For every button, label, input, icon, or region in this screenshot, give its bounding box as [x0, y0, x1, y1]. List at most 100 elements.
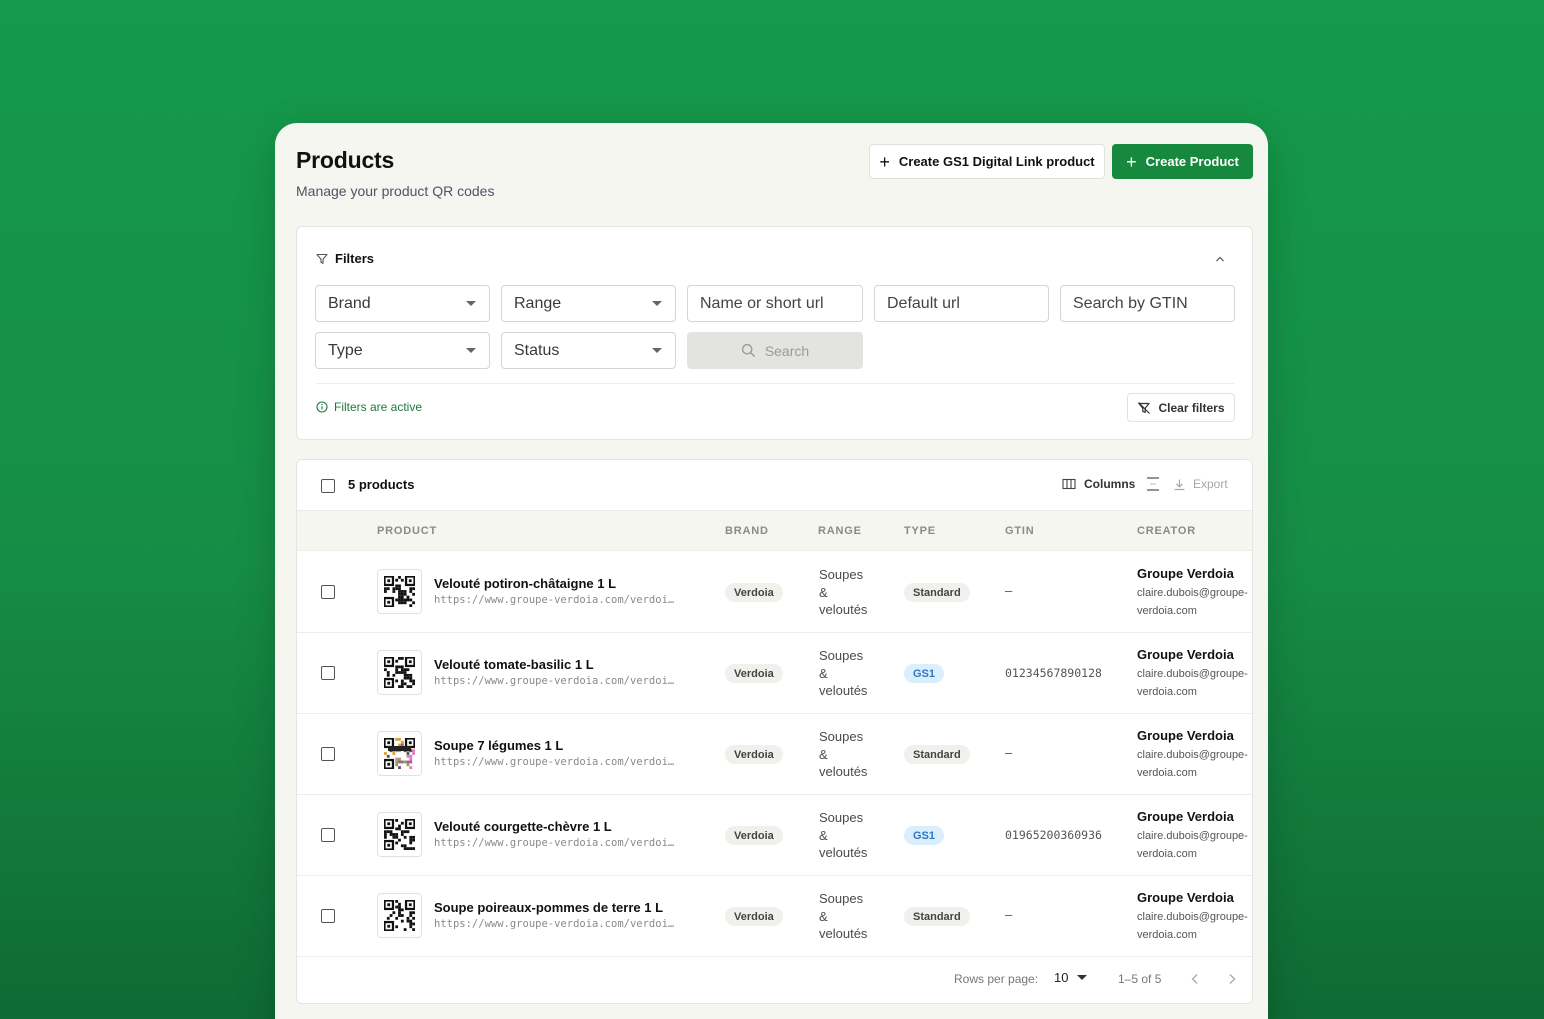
qr-icon [384, 657, 415, 688]
type-chip: Standard [904, 907, 970, 926]
export-button[interactable]: Export [1173, 477, 1228, 491]
range-select-value: Range [514, 294, 562, 312]
creator-email: claire.dubois@groupe-verdoia.com [1137, 668, 1248, 698]
row-checkbox[interactable] [321, 747, 335, 761]
type-chip: Standard [904, 745, 970, 764]
range-line: Soupes [819, 567, 864, 582]
product-name[interactable]: Velouté tomate-basilic 1 L [434, 657, 594, 672]
type-chip: Standard [904, 583, 970, 602]
filters-divider [316, 383, 1234, 384]
column-header-type[interactable]: TYPE [904, 525, 936, 537]
creator-email: claire.dubois@groupe-verdoia.com [1137, 911, 1248, 941]
gtin-value: – [1005, 907, 1013, 922]
type-chip: GS1 [904, 826, 945, 845]
column-header-brand[interactable]: BRAND [725, 525, 769, 537]
row-checkbox[interactable] [321, 585, 335, 599]
product-name[interactable]: Soupe 7 légumes 1 L [434, 738, 563, 753]
caret-down-icon [466, 301, 476, 306]
type-chip: GS1 [904, 664, 945, 683]
row-checkbox[interactable] [321, 828, 335, 842]
pagination-range: 1–5 of 5 [1118, 972, 1162, 986]
creator-name: Groupe Verdoia [1137, 809, 1234, 824]
range-line: veloutés [819, 845, 868, 860]
brand-select-value: Brand [328, 294, 371, 312]
default-url-field[interactable] [874, 285, 1049, 322]
clear-filters-button[interactable]: Clear filters [1127, 393, 1235, 422]
qr-icon [384, 900, 415, 931]
status-select-value: Status [514, 341, 560, 359]
qr-icon [384, 576, 415, 607]
range-cell: Soupes & veloutés [819, 890, 867, 943]
create-gs1-product-button[interactable]: + Create GS1 Digital Link product [869, 144, 1105, 179]
range-select[interactable]: Range [501, 285, 676, 322]
custom-qr-image-icon [384, 738, 415, 769]
range-cell: Soupes & veloutés [819, 647, 867, 700]
range-line: & [819, 908, 828, 924]
download-icon [1174, 479, 1185, 490]
search-button[interactable]: Search [687, 332, 863, 369]
table-row[interactable]: Soupe poireaux-pommes de terre 1 L https… [297, 876, 1252, 957]
type-select[interactable]: Type [315, 332, 490, 369]
column-header-creator[interactable]: CREATOR [1137, 525, 1196, 537]
brand-chip: Verdoia [725, 745, 783, 764]
brand-chip: Verdoia [725, 664, 783, 683]
products-count: 5 products [348, 477, 415, 492]
status-select[interactable]: Status [501, 332, 676, 369]
columns-icon [1062, 478, 1076, 490]
name-or-url-input[interactable] [700, 294, 850, 313]
range-line: Soupes [819, 891, 864, 906]
range-line: & [819, 584, 828, 600]
product-name[interactable]: Soupe poireaux-pommes de terre 1 L [434, 900, 663, 915]
density-icon[interactable] [1146, 476, 1160, 492]
brand-chip: Verdoia [725, 583, 783, 602]
range-line: & [819, 827, 828, 843]
product-url: https://www.groupe-verdoia.com/verdoi… [434, 675, 675, 687]
brand-chip: Verdoia [725, 826, 783, 845]
rows-per-page-select[interactable]: 10 [1054, 970, 1088, 985]
caret-down-icon [652, 301, 662, 306]
filters-active-notice: Filters are active [316, 400, 422, 414]
gtin-search-field[interactable] [1060, 285, 1235, 322]
chevron-up-icon[interactable] [1214, 253, 1226, 265]
products-table-card: 5 products Columns Export PRODUCT BRAND … [296, 459, 1253, 1004]
product-thumbnail[interactable] [377, 569, 422, 614]
clear-filters-label: Clear filters [1158, 400, 1225, 415]
gtin-value: – [1005, 583, 1013, 598]
create-product-button[interactable]: + Create Product [1112, 144, 1253, 179]
product-url: https://www.groupe-verdoia.com/verdoi… [434, 918, 675, 930]
column-header-product[interactable]: PRODUCT [377, 525, 437, 537]
column-header-range[interactable]: RANGE [818, 525, 862, 537]
creator-email: claire.dubois@groupe-verdoia.com [1137, 749, 1248, 779]
product-thumbnail[interactable] [377, 650, 422, 695]
table-row[interactable]: Velouté courgette-chèvre 1 L https://www… [297, 795, 1252, 876]
page-subtitle: Manage your product QR codes [296, 183, 495, 199]
default-url-input[interactable] [887, 294, 1036, 313]
filters-panel: Filters Brand Range Type Status [296, 226, 1253, 440]
chevron-left-icon[interactable] [1187, 971, 1203, 987]
columns-button[interactable]: Columns [1062, 477, 1135, 491]
column-header-gtin[interactable]: GTIN [1005, 525, 1034, 537]
product-url: https://www.groupe-verdoia.com/verdoi… [434, 756, 675, 768]
range-line: Soupes [819, 810, 864, 825]
chevron-right-icon[interactable] [1224, 971, 1240, 987]
row-checkbox[interactable] [321, 666, 335, 680]
create-product-label: Create Product [1145, 154, 1239, 169]
gtin-search-input[interactable] [1073, 294, 1222, 313]
row-checkbox[interactable] [321, 909, 335, 923]
table-row[interactable]: Velouté tomate-basilic 1 L https://www.g… [297, 633, 1252, 714]
brand-select[interactable]: Brand [315, 285, 490, 322]
product-thumbnail[interactable] [377, 812, 422, 857]
caret-down-icon [466, 348, 476, 353]
table-row[interactable]: Soupe 7 légumes 1 L https://www.groupe-v… [297, 714, 1252, 795]
product-name[interactable]: Velouté courgette-chèvre 1 L [434, 819, 612, 834]
range-line: & [819, 746, 828, 762]
product-name[interactable]: Velouté potiron-châtaigne 1 L [434, 576, 616, 591]
product-url: https://www.groupe-verdoia.com/verdoi… [434, 837, 675, 849]
select-all-checkbox[interactable] [321, 479, 335, 493]
product-thumbnail[interactable] [377, 731, 422, 776]
product-thumbnail[interactable] [377, 893, 422, 938]
range-line: veloutés [819, 683, 868, 698]
name-or-url-field[interactable] [687, 285, 863, 322]
plus-icon: + [879, 151, 890, 172]
table-row[interactable]: Velouté potiron-châtaigne 1 L https://ww… [297, 552, 1252, 633]
